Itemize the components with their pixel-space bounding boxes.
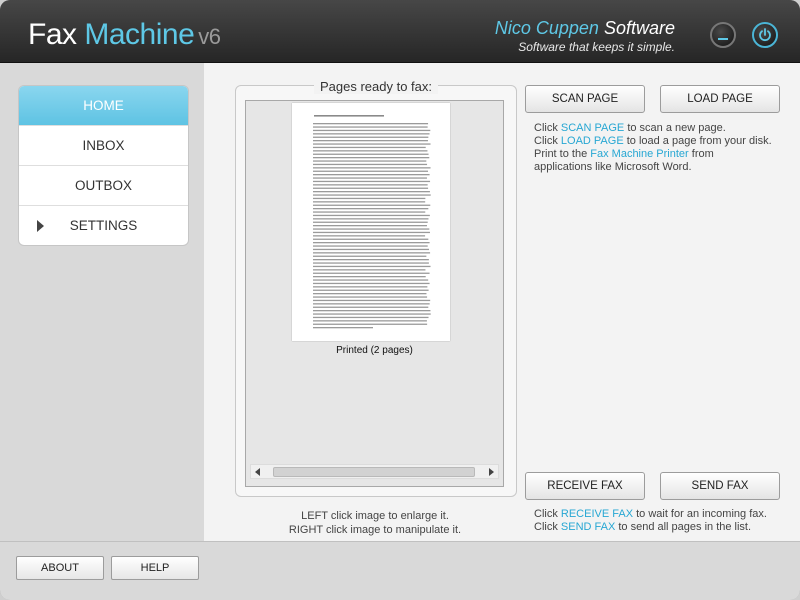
info-text: Click bbox=[534, 122, 561, 134]
sidebar-item-label: SETTINGS bbox=[69, 218, 138, 233]
horizontal-scrollbar[interactable] bbox=[250, 464, 499, 479]
app-title-fax: Fax bbox=[28, 18, 77, 51]
about-button[interactable]: ABOUT bbox=[16, 556, 104, 580]
info-scan-load: Click SCAN PAGE to scan a new page. Clic… bbox=[534, 122, 784, 174]
page-thumbnail[interactable] bbox=[292, 103, 450, 341]
info-highlight: RECEIVE FAX bbox=[560, 508, 634, 520]
info-text: Click bbox=[534, 508, 561, 520]
brand-name: Nico Cuppen Software bbox=[495, 18, 675, 39]
hint-line-right-click: RIGHT click image to manipulate it. bbox=[288, 524, 462, 536]
power-icon[interactable] bbox=[752, 22, 778, 48]
info-line: Print to the Fax Machine Printer from bbox=[534, 148, 784, 161]
info-highlight: Fax Machine Printer bbox=[590, 148, 689, 160]
info-text: to wait for an incoming fax. bbox=[633, 508, 767, 520]
sidebar-item-inbox[interactable]: INBOX bbox=[19, 125, 188, 165]
info-line: Click RECEIVE FAX to wait for an incomin… bbox=[534, 508, 794, 521]
info-text: from bbox=[688, 148, 714, 160]
info-text: to send all pages in the list. bbox=[615, 521, 752, 533]
sidebar-item-outbox[interactable]: OUTBOX bbox=[19, 165, 188, 205]
expand-arrow-icon bbox=[37, 220, 44, 232]
scroll-left-icon[interactable] bbox=[255, 468, 260, 476]
sidebar: HOME INBOX OUTBOX SETTINGS bbox=[0, 63, 204, 541]
info-receive-send: Click RECEIVE FAX to wait for an incomin… bbox=[534, 508, 794, 534]
info-line: Click LOAD PAGE to load a page from your… bbox=[534, 135, 784, 148]
sidebar-item-label: HOME bbox=[83, 98, 124, 113]
page-caption: Printed (2 pages) bbox=[336, 345, 413, 356]
brand-tagline: Software that keeps it simple. bbox=[518, 40, 675, 54]
app-version: v6 bbox=[198, 24, 221, 49]
info-text: Click bbox=[534, 521, 561, 533]
page-text-preview bbox=[313, 115, 431, 329]
sidebar-nav: HOME INBOX OUTBOX SETTINGS bbox=[18, 85, 189, 246]
brand-name-part2: Software bbox=[603, 18, 675, 38]
send-fax-button[interactable]: SEND FAX bbox=[660, 472, 780, 500]
brand: Nico Cuppen Software Software that keeps… bbox=[495, 18, 675, 54]
app-title: Fax Machine v6 bbox=[28, 18, 221, 52]
pages-title-text: Pages ready to fax: bbox=[313, 79, 438, 94]
hint-line-left-click: LEFT click image to enlarge it. bbox=[301, 510, 449, 522]
title-bar: Fax Machine v6 Nico Cuppen Software Softw… bbox=[0, 0, 800, 63]
info-line: Click SEND FAX to send all pages in the … bbox=[534, 521, 794, 534]
page-list[interactable]: Printed (2 pages) bbox=[245, 100, 504, 487]
info-highlight: LOAD PAGE bbox=[560, 135, 624, 147]
main-panel: Pages ready to fax: Printed (2 pages) LE… bbox=[204, 63, 800, 541]
receive-fax-button[interactable]: RECEIVE FAX bbox=[525, 472, 645, 500]
brand-name-part1: Nico Cuppen bbox=[494, 18, 599, 38]
minimize-icon[interactable] bbox=[710, 22, 736, 48]
info-text: to scan a new page. bbox=[624, 122, 726, 134]
sidebar-item-label: INBOX bbox=[82, 138, 125, 153]
app-title-machine: Machine bbox=[84, 18, 195, 51]
info-line: Click SCAN PAGE to scan a new page. bbox=[534, 122, 784, 135]
footer-bar: ABOUT HELP bbox=[0, 541, 800, 600]
load-page-button[interactable]: LOAD PAGE bbox=[660, 85, 780, 113]
app-window: Fax Machine v6 Nico Cuppen Software Softw… bbox=[0, 0, 800, 600]
help-button[interactable]: HELP bbox=[111, 556, 199, 580]
info-highlight: SEND FAX bbox=[560, 521, 616, 533]
pages-group: Pages ready to fax: Printed (2 pages) bbox=[235, 79, 517, 497]
info-text: Print to the bbox=[534, 148, 591, 160]
page-hint: LEFT click image to enlarge it. RIGHT cl… bbox=[235, 509, 515, 537]
info-highlight: SCAN PAGE bbox=[560, 122, 625, 134]
scroll-right-icon[interactable] bbox=[489, 468, 494, 476]
info-text: to load a page from your disk. bbox=[623, 135, 772, 147]
sidebar-item-settings[interactable]: SETTINGS bbox=[19, 205, 188, 245]
scrollbar-thumb[interactable] bbox=[273, 467, 475, 477]
scan-page-button[interactable]: SCAN PAGE bbox=[525, 85, 645, 113]
pages-title: Pages ready to fax: bbox=[236, 79, 516, 94]
info-line: applications like Microsoft Word. bbox=[534, 161, 692, 173]
sidebar-item-home[interactable]: HOME bbox=[19, 86, 188, 125]
sidebar-item-label: OUTBOX bbox=[74, 178, 132, 193]
info-text: Click bbox=[534, 135, 561, 147]
